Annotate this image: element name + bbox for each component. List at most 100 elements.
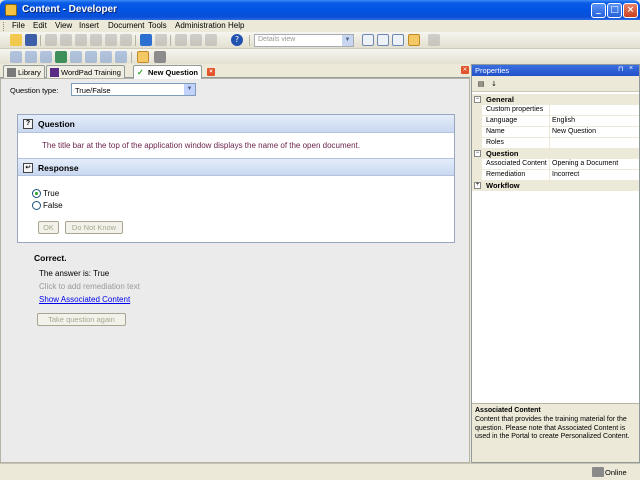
action-icon[interactable]	[85, 51, 97, 63]
property-value[interactable]: New Question	[552, 128, 596, 135]
help-icon[interactable]: ?	[231, 34, 243, 46]
do-not-know-button[interactable]: Do Not Know	[65, 221, 123, 234]
true-radio[interactable]	[32, 189, 41, 198]
paste-icon[interactable]	[90, 34, 102, 46]
outline-icon	[50, 68, 59, 77]
check-question-icon: ✓	[137, 68, 144, 77]
properties-icon[interactable]	[120, 34, 132, 46]
false-label: False	[43, 201, 63, 210]
categorized-icon[interactable]: ▤	[475, 78, 487, 90]
layout-left-icon[interactable]	[362, 34, 374, 46]
category-general[interactable]: − General	[472, 94, 639, 105]
menu-view[interactable]: View	[55, 21, 72, 30]
indent-icon[interactable]	[175, 34, 187, 46]
expand-icon[interactable]: +	[474, 182, 481, 189]
preview-icon[interactable]	[428, 34, 440, 46]
layout-top-icon[interactable]	[377, 34, 389, 46]
maximize-button[interactable]: □	[607, 3, 622, 18]
question-text[interactable]: The title bar at the top of the applicat…	[42, 141, 360, 150]
pin-icon[interactable]: ⊓	[618, 65, 623, 73]
property-row[interactable]: Associated Content Opening a Document	[472, 159, 639, 170]
menu-insert[interactable]: Insert	[79, 21, 99, 30]
copy-icon[interactable]	[75, 34, 87, 46]
close-icon[interactable]: ×	[629, 65, 633, 72]
view-select[interactable]: Details view ▼	[254, 34, 354, 47]
undo-icon[interactable]	[140, 34, 152, 46]
glossary-icon[interactable]	[115, 51, 127, 63]
properties-header: Properties ⊓ ×	[472, 65, 639, 76]
minimize-button[interactable]: _	[591, 3, 606, 18]
property-name: Roles	[486, 139, 504, 146]
property-row[interactable]: Custom properties	[472, 105, 639, 116]
move-down-icon[interactable]	[25, 51, 37, 63]
property-value[interactable]: Incorrect	[552, 171, 579, 178]
close-tab-icon[interactable]: ×	[207, 68, 215, 76]
question-header-label: Question	[38, 119, 75, 129]
cut-icon[interactable]	[60, 34, 72, 46]
category-name: Question	[486, 149, 519, 158]
response-header-label: Response	[38, 163, 79, 173]
library-icon	[7, 68, 16, 77]
menu-edit[interactable]: Edit	[33, 21, 47, 30]
outdent-icon[interactable]	[190, 34, 202, 46]
menu-administration[interactable]: Administration	[175, 21, 226, 30]
layout-split-icon[interactable]	[392, 34, 404, 46]
tab-library[interactable]: Library	[3, 65, 45, 78]
property-name: Name	[486, 128, 505, 135]
property-row[interactable]: Name New Question	[472, 127, 639, 138]
property-value[interactable]: English	[552, 117, 575, 124]
print-icon[interactable]	[45, 34, 57, 46]
property-value[interactable]: Opening a Document	[552, 160, 618, 167]
delete-icon[interactable]	[105, 34, 117, 46]
question-type-select[interactable]: True/False ▼	[71, 83, 196, 96]
link-icon[interactable]	[40, 51, 52, 63]
take-question-again-button[interactable]: Take question again	[37, 313, 126, 326]
ok-button[interactable]: OK	[38, 221, 59, 234]
view-select-value: Details view	[258, 36, 296, 43]
false-radio[interactable]	[32, 201, 41, 210]
tab-label: WordPad Training	[61, 68, 121, 77]
property-name: Associated Content	[486, 160, 547, 167]
move-up-icon[interactable]	[10, 51, 22, 63]
collapse-icon[interactable]: −	[474, 150, 481, 157]
property-row[interactable]: Language English	[472, 116, 639, 127]
package-icon[interactable]	[100, 51, 112, 63]
save-icon[interactable]	[25, 34, 37, 46]
app-icon	[5, 4, 17, 16]
description-text: Content that provides the training mater…	[475, 416, 630, 440]
image-icon[interactable]	[55, 51, 67, 63]
publish-icon[interactable]	[408, 34, 420, 46]
menu-document[interactable]: Document	[108, 21, 144, 30]
online-icon	[592, 467, 604, 477]
question-editor: Question type: True/False ▼ ? Question T…	[0, 78, 470, 463]
remediation-prompt[interactable]: Click to add remediation text	[39, 282, 140, 291]
tab-label: Library	[18, 68, 41, 77]
menu-tools[interactable]: Tools	[148, 21, 167, 30]
tab-wordpad-training[interactable]: WordPad Training	[46, 65, 125, 78]
online-status: Online	[605, 468, 627, 477]
edit-pencil-icon[interactable]	[137, 51, 149, 63]
property-name: Language	[486, 117, 518, 124]
document-tabs: Library WordPad Training ✓ New Question …	[0, 64, 470, 79]
properties-toolbar: ▤ ↓	[472, 76, 639, 92]
find-icon[interactable]	[205, 34, 217, 46]
category-question[interactable]: − Question	[472, 148, 639, 159]
spell-check-icon[interactable]	[154, 51, 166, 63]
menu-file[interactable]: File	[12, 21, 25, 30]
frame-icon[interactable]	[70, 51, 82, 63]
open-icon[interactable]	[10, 34, 22, 46]
close-button[interactable]: ×	[623, 3, 638, 18]
response-icon: ↩	[23, 163, 33, 173]
properties-title: Properties	[475, 66, 510, 75]
standard-toolbar: ? Details view ▼	[0, 32, 640, 49]
question-panel: ? Question The title bar at the top of t…	[17, 114, 455, 243]
menu-help[interactable]: Help	[228, 21, 244, 30]
redo-icon[interactable]	[155, 34, 167, 46]
sort-alpha-icon[interactable]: ↓	[488, 78, 500, 90]
close-pane-icon[interactable]: ×	[461, 66, 469, 74]
category-workflow[interactable]: + Workflow	[472, 180, 639, 191]
properties-pane: Properties ⊓ × ▤ ↓ − General Custom prop…	[471, 64, 640, 463]
collapse-icon[interactable]: −	[474, 96, 481, 103]
tab-new-question[interactable]: ✓ New Question ×	[133, 65, 215, 79]
show-associated-content-link[interactable]: Show Associated Content	[39, 295, 130, 304]
